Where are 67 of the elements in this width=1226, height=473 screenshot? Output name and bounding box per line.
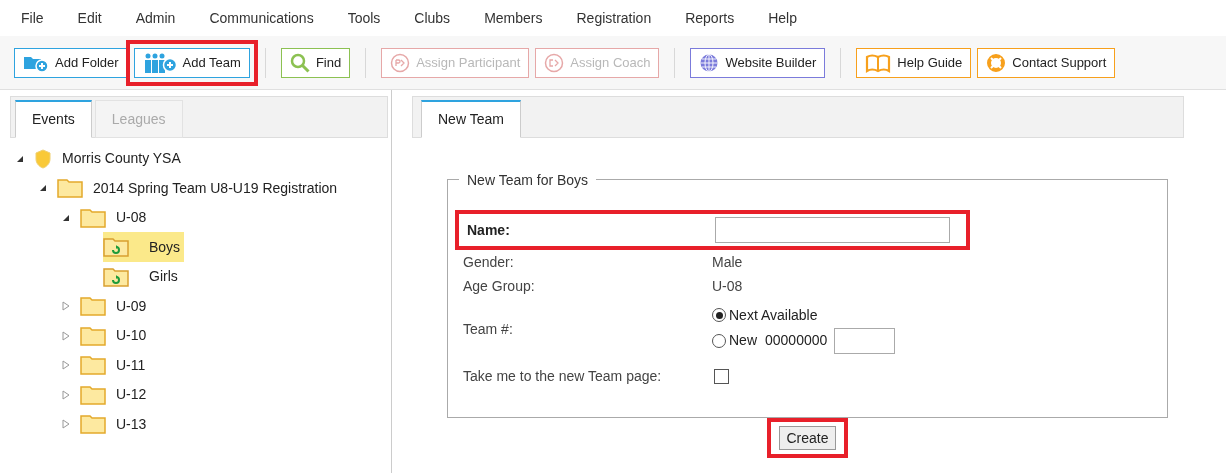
folder-icon [80, 296, 106, 317]
menu-item[interactable]: Members [484, 7, 543, 29]
toolbar-button[interactable]: Contact Support [977, 47, 1116, 78]
tree-item[interactable]: Morris County YSA [34, 143, 185, 174]
people-plus-icon [142, 52, 177, 73]
menu-item[interactable]: Communications [209, 7, 314, 29]
lifebuoy-icon [986, 52, 1007, 73]
expand-icon[interactable] [62, 360, 70, 371]
tree-item[interactable]: U-09 [80, 291, 151, 322]
menu-item[interactable]: Reports [685, 7, 735, 29]
toolbar-button[interactable]: Website Builder [690, 47, 826, 78]
collapse-icon[interactable] [62, 213, 70, 222]
tree-item[interactable]: U-13 [80, 409, 151, 440]
book-icon [865, 52, 892, 73]
search-icon [289, 52, 310, 73]
tree-item[interactable]: Girls [103, 261, 182, 292]
field-label: Name: [467, 220, 511, 240]
checkbox[interactable] [714, 368, 729, 384]
menu-item[interactable]: Edit [77, 7, 102, 29]
folder-icon [80, 355, 106, 376]
expand-icon[interactable] [62, 301, 70, 312]
folder-icon [57, 178, 83, 199]
number-field[interactable] [834, 327, 896, 354]
toolbar-button[interactable]: Find [280, 47, 351, 78]
folder-refresh-icon [103, 266, 129, 287]
menu-item[interactable]: Clubs [414, 7, 451, 29]
menu-item[interactable]: Help [768, 7, 797, 29]
toolbar-button[interactable]: Help Guide [856, 47, 972, 78]
team-number: 00000000 [765, 331, 828, 350]
field-label: Take me to the new Team page: [463, 366, 663, 386]
menu-item[interactable]: File [21, 7, 44, 29]
toolbar-button[interactable]: Add Team [133, 47, 250, 78]
field-value: Male [712, 252, 743, 272]
tree-item[interactable]: U-10 [80, 320, 151, 351]
tree-item[interactable]: U-11 [80, 350, 150, 381]
toolbar-button[interactable]: Add Folder [14, 47, 128, 78]
radio-button[interactable] [712, 333, 726, 348]
folder-icon [80, 384, 106, 405]
collapse-icon[interactable] [16, 154, 24, 163]
globe-icon [699, 52, 720, 73]
tab[interactable]: Events [15, 100, 92, 138]
name-field[interactable] [715, 217, 950, 243]
field-label: Age Group: [463, 276, 536, 296]
create-button[interactable]: Create [779, 426, 836, 450]
shield-icon [34, 148, 52, 169]
tree-item[interactable]: U-12 [80, 379, 151, 410]
field-label: Team #: [463, 319, 514, 339]
folder-refresh-icon [103, 237, 129, 258]
radio-button[interactable] [712, 308, 726, 322]
expand-icon[interactable] [62, 330, 70, 341]
folder-icon [80, 207, 106, 228]
tree-item[interactable]: U-08 [80, 202, 151, 233]
radio-label: New [729, 331, 757, 350]
folder-icon [80, 325, 106, 346]
collapse-icon[interactable] [39, 184, 47, 193]
menu-item[interactable]: Tools [347, 7, 381, 29]
tab[interactable]: New Team [421, 100, 521, 138]
expand-icon[interactable] [62, 389, 70, 400]
folder-icon [80, 414, 106, 435]
menu-item[interactable]: Registration [576, 7, 652, 29]
field-label: Gender: [463, 252, 515, 272]
expand-icon[interactable] [62, 419, 70, 430]
field-value: U-08 [712, 276, 743, 296]
menu-item[interactable]: Admin [135, 7, 176, 29]
tree-item[interactable]: Boys [103, 232, 185, 263]
radio-label: Next Available [729, 305, 818, 325]
tree-item[interactable]: 2014 Spring Team U8-U19 Registration [57, 173, 342, 204]
